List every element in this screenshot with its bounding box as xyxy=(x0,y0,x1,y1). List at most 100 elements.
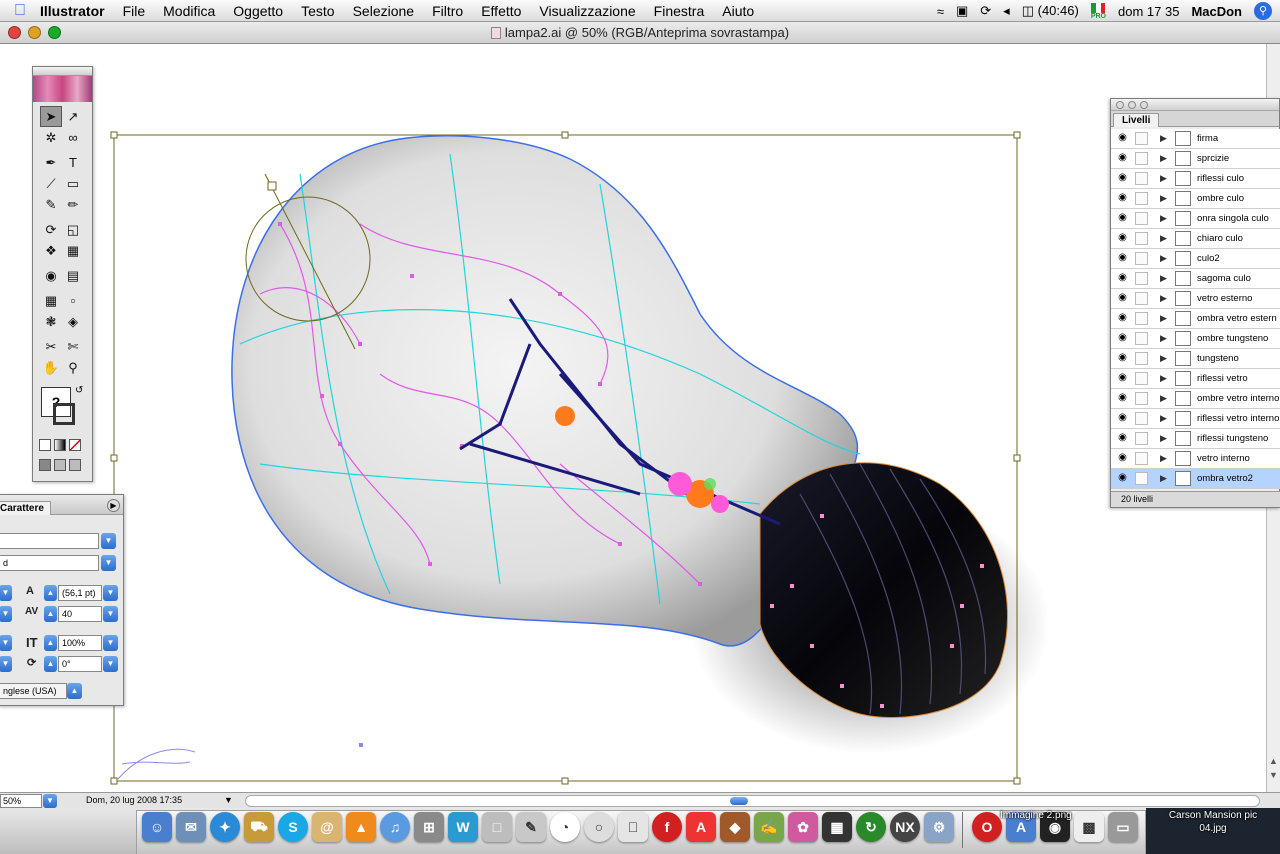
rotation-dropdown-icon[interactable]: ▼ xyxy=(103,656,118,672)
direct-selection-tool-icon[interactable]: ↗ xyxy=(62,106,84,127)
layer-row[interactable]: ◉ ▶ ombre tungsteno xyxy=(1111,329,1280,349)
lock-toggle[interactable] xyxy=(1135,332,1148,345)
istat-icon[interactable]: ◔ xyxy=(550,812,580,842)
input-flag[interactable]: PRO xyxy=(1091,2,1106,20)
visibility-eye-icon[interactable]: ◉ xyxy=(1114,192,1131,205)
rotation-field[interactable]: 0° xyxy=(58,656,102,672)
vlc-icon[interactable]: ▲ xyxy=(346,812,376,842)
layer-row[interactable]: ◉ ▶ ombra vetro2 xyxy=(1111,469,1280,489)
app-menu[interactable]: Illustrator xyxy=(40,3,105,19)
transmit-icon[interactable]: ⛟ xyxy=(244,812,274,842)
pen-app-icon[interactable]: ✍ xyxy=(754,812,784,842)
mesh-tool-icon[interactable]: ▦ xyxy=(40,290,62,311)
lock-toggle[interactable] xyxy=(1135,372,1148,385)
visibility-eye-icon[interactable]: ◉ xyxy=(1114,472,1131,485)
status-info[interactable]: Dom, 20 lug 2008 17:35 xyxy=(86,795,182,805)
lock-toggle[interactable] xyxy=(1135,212,1148,225)
symbol-sprayer-tool-icon[interactable]: ◉ xyxy=(40,265,62,286)
expand-triangle-icon[interactable]: ▶ xyxy=(1160,213,1167,224)
lasso-tool-icon[interactable]: ∞ xyxy=(62,127,84,148)
stuffit-icon[interactable]: ◆ xyxy=(720,812,750,842)
menu-finestra[interactable]: Finestra xyxy=(654,3,705,19)
vertical-scale-stepper[interactable]: ▲ xyxy=(44,635,57,651)
screen-mode-full-menu-icon[interactable] xyxy=(54,459,66,471)
vertical-scale-dropdown-icon[interactable]: ▼ xyxy=(103,635,118,651)
layer-row[interactable]: ◉ ▶ sprcizie xyxy=(1111,149,1280,169)
sync-icon[interactable]: ⟳ xyxy=(980,3,991,19)
gradient-mode-icon[interactable] xyxy=(54,439,66,451)
window-minimize-button[interactable] xyxy=(28,26,41,39)
visibility-eye-icon[interactable]: ◉ xyxy=(1114,392,1131,405)
acrobat-icon[interactable]: A xyxy=(686,812,716,842)
zoom-dropdown-icon[interactable]: ▼ xyxy=(43,794,57,808)
trash-icon[interactable]: ▭ xyxy=(1108,812,1138,842)
window-zoom-button[interactable] xyxy=(48,26,61,39)
baseline-stepper[interactable]: ▼ xyxy=(0,656,12,672)
leading-dropdown-icon[interactable]: ▼ xyxy=(103,585,118,601)
none-mode-icon[interactable] xyxy=(69,439,81,451)
spotlight-icon[interactable]: ⚲ xyxy=(1254,2,1272,20)
visibility-eye-icon[interactable]: ◉ xyxy=(1114,332,1131,345)
scissors-tool-icon[interactable]: ✄ xyxy=(62,336,84,357)
hand-tool-icon[interactable]: ✋ xyxy=(40,357,62,378)
visibility-eye-icon[interactable]: ◉ xyxy=(1114,292,1131,305)
expand-triangle-icon[interactable]: ▶ xyxy=(1160,273,1167,284)
artwork[interactable] xyxy=(0,44,1266,792)
lock-toggle[interactable] xyxy=(1135,252,1148,265)
graph-tool-icon[interactable]: ▤ xyxy=(62,265,84,286)
horizontal-scale-stepper[interactable]: ▼ xyxy=(0,635,12,651)
type-tool-icon[interactable]: T xyxy=(62,152,84,173)
layer-row[interactable]: ◉ ▶ riflessi vetro interno xyxy=(1111,409,1280,429)
expand-triangle-icon[interactable]: ▶ xyxy=(1160,353,1167,364)
horizontal-scrollbar[interactable] xyxy=(245,795,1260,807)
menu-visualizzazione[interactable]: Visualizzazione xyxy=(539,3,635,19)
dreamweaver-icon[interactable]: W xyxy=(448,812,478,842)
lock-toggle[interactable] xyxy=(1135,272,1148,285)
visibility-eye-icon[interactable]: ◉ xyxy=(1114,252,1131,265)
leading-field[interactable]: (56,1 pt) xyxy=(58,585,102,601)
lock-toggle[interactable] xyxy=(1135,172,1148,185)
lock-toggle[interactable] xyxy=(1135,472,1148,485)
gradient-tool-icon[interactable]: ▫ xyxy=(62,290,84,311)
scroll-up-arrow-icon[interactable]: ▲ xyxy=(1269,756,1278,766)
font-family-dropdown-icon[interactable]: ▼ xyxy=(101,533,116,549)
calculator-icon[interactable]: ⊞ xyxy=(414,812,444,842)
lock-toggle[interactable] xyxy=(1135,132,1148,145)
lock-toggle[interactable] xyxy=(1135,432,1148,445)
expand-triangle-icon[interactable]: ▶ xyxy=(1160,393,1167,404)
expand-triangle-icon[interactable]: ▶ xyxy=(1160,233,1167,244)
layer-row[interactable]: ◉ ▶ sagoma culo xyxy=(1111,269,1280,289)
lock-toggle[interactable] xyxy=(1135,352,1148,365)
tab-carattere[interactable]: Carattere xyxy=(0,501,51,515)
font-style-field[interactable]: d xyxy=(0,555,99,571)
lock-toggle[interactable] xyxy=(1135,312,1148,325)
expand-triangle-icon[interactable]: ▶ xyxy=(1160,313,1167,324)
visibility-eye-icon[interactable]: ◉ xyxy=(1114,232,1131,245)
language-select[interactable]: nglese (USA) xyxy=(0,683,67,699)
layer-row[interactable]: ◉ ▶ ombre vetro interno xyxy=(1111,389,1280,409)
free-transform-tool-icon[interactable]: ▦ xyxy=(62,240,84,261)
layer-row[interactable]: ◉ ▶ onra singola culo xyxy=(1111,209,1280,229)
apple-menu-icon[interactable]:  xyxy=(0,2,40,20)
line-tool-icon[interactable]: ⟋ xyxy=(40,173,62,194)
wifi-icon[interactable]: ≈ xyxy=(937,4,944,19)
menu-effetto[interactable]: Effetto xyxy=(481,3,521,19)
tab-livelli[interactable]: Livelli xyxy=(1113,113,1160,127)
layer-row[interactable]: ◉ ▶ tungsteno xyxy=(1111,349,1280,369)
expand-triangle-icon[interactable]: ▶ xyxy=(1160,433,1167,444)
scale-tool-icon[interactable]: ◱ xyxy=(62,219,84,240)
visibility-eye-icon[interactable]: ◉ xyxy=(1114,452,1131,465)
menu-selezione[interactable]: Selezione xyxy=(353,3,415,19)
tools-panel-titlebar[interactable] xyxy=(33,67,92,76)
lock-toggle[interactable] xyxy=(1135,412,1148,425)
display-icon[interactable]: ▣ xyxy=(956,3,968,19)
window-close-button[interactable] xyxy=(8,26,21,39)
swap-fill-stroke-icon[interactable]: ↺ xyxy=(75,385,83,396)
layers-panel-titlebar[interactable] xyxy=(1111,99,1279,111)
illustrator-dock-icon[interactable]: ✿ xyxy=(788,812,818,842)
layer-row[interactable]: ◉ ▶ riflessi vetro xyxy=(1111,369,1280,389)
lock-toggle[interactable] xyxy=(1135,392,1148,405)
tracking-dropdown-icon[interactable]: ▼ xyxy=(103,606,118,622)
desktop-file[interactable]: Carson Mansion pic 04.jpg xyxy=(1146,808,1280,854)
system-preferences-icon[interactable]:  xyxy=(618,812,648,842)
